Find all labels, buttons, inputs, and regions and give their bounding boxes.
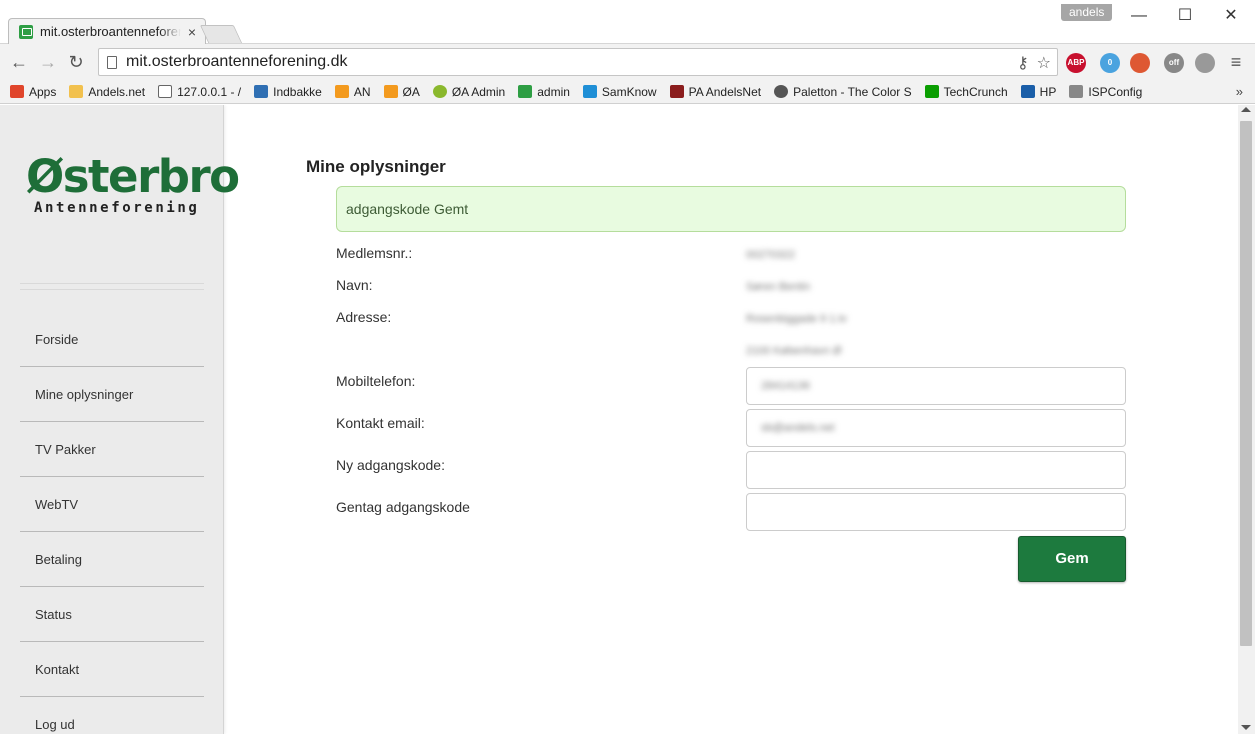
sidebar-divider bbox=[20, 283, 204, 284]
scroll-up-icon[interactable] bbox=[1241, 107, 1251, 112]
nav-item-tv-pakker[interactable]: TV Pakker bbox=[20, 422, 204, 477]
bookmarks-bar: Apps Andels.net 127.0.0.1 - / Indbakke A… bbox=[0, 80, 1255, 104]
mobile-field[interactable]: 28414136 bbox=[746, 367, 1126, 405]
new-password-label: Ny adgangskode: bbox=[336, 457, 445, 473]
member-number-label: Medlemsnr.: bbox=[336, 245, 413, 261]
bookmark-oa-admin[interactable]: ØA Admin bbox=[432, 85, 505, 99]
duckduckgo-icon[interactable] bbox=[1130, 53, 1150, 73]
bookmark-hp[interactable]: HP bbox=[1020, 85, 1056, 99]
logo-tagline: Antenneforening bbox=[34, 200, 200, 216]
mobile-value: 28414136 bbox=[761, 380, 810, 392]
window-close-icon[interactable]: ✕ bbox=[1218, 6, 1244, 26]
page-icon bbox=[158, 85, 173, 98]
extension-off-icon[interactable]: off bbox=[1164, 53, 1184, 73]
bookmark-an[interactable]: AN bbox=[334, 85, 371, 99]
nav-item-log-ud[interactable]: Log ud bbox=[20, 697, 204, 734]
bookmark-localhost[interactable]: 127.0.0.1 - / bbox=[158, 85, 241, 99]
chrome-menu-icon[interactable]: ≡ bbox=[1226, 52, 1246, 72]
scroll-down-icon[interactable] bbox=[1241, 725, 1251, 730]
maximize-icon[interactable]: ☐ bbox=[1172, 6, 1198, 26]
bookmarks-more-icon[interactable]: » bbox=[1236, 84, 1243, 99]
techcrunch-icon bbox=[924, 85, 939, 98]
settings-extension-icon[interactable] bbox=[1195, 53, 1215, 73]
success-alert: adgangskode Gemt bbox=[336, 186, 1126, 232]
bookmark-apps[interactable]: Apps bbox=[10, 85, 56, 99]
bookmark-andels-net[interactable]: Andels.net bbox=[69, 85, 145, 99]
admin-icon bbox=[432, 85, 447, 98]
mobile-label: Mobiltelefon: bbox=[336, 373, 416, 389]
bookmark-oa[interactable]: ØA bbox=[383, 85, 420, 99]
folder-icon bbox=[69, 85, 84, 98]
new-tab-button[interactable] bbox=[199, 25, 243, 43]
nav-item-forside[interactable]: Forside bbox=[20, 312, 204, 367]
hp-icon bbox=[1020, 85, 1035, 98]
url-text[interactable]: mit.osterbroantenneforening.dk bbox=[126, 53, 347, 71]
bookmark-admin[interactable]: admin bbox=[518, 85, 570, 99]
browser-toolbar: ← → ↻ mit.osterbroantenneforening.dk ⚷ ☆… bbox=[0, 44, 1255, 80]
sidebar: Østerbro Antenneforening Forside Mine op… bbox=[0, 105, 240, 734]
email-label: Kontakt email: bbox=[336, 415, 425, 431]
nav-item-status[interactable]: Status bbox=[20, 587, 204, 642]
apps-grid-icon bbox=[10, 85, 24, 98]
email-value: sb@andels.net bbox=[761, 422, 835, 434]
repeat-password-field[interactable] bbox=[746, 493, 1126, 531]
name-value: Søren Bentin bbox=[746, 281, 811, 293]
tab-close-icon[interactable]: × bbox=[185, 24, 199, 40]
bookmark-pa-andelsnet[interactable]: PA AndelsNet bbox=[669, 85, 761, 99]
tools-icon bbox=[1069, 85, 1084, 98]
new-password-field[interactable] bbox=[746, 451, 1126, 489]
browser-titlebar: mit.osterbroantenneforening.dk × andels … bbox=[0, 0, 1255, 44]
key-icon[interactable]: ⚷ bbox=[1017, 53, 1029, 73]
scroll-thumb[interactable] bbox=[1240, 121, 1252, 646]
nav-item-webtv[interactable]: WebTV bbox=[20, 477, 204, 532]
page-title: Mine oplysninger bbox=[306, 157, 446, 176]
tab-title: mit.osterbroantenneforening.dk bbox=[40, 24, 181, 39]
pa-icon bbox=[669, 85, 684, 98]
ghostery-icon[interactable]: 0 bbox=[1100, 53, 1120, 73]
back-icon[interactable]: ← bbox=[9, 52, 29, 72]
samknow-icon bbox=[582, 85, 597, 98]
site-logo[interactable]: Østerbro Antenneforening bbox=[26, 150, 240, 216]
page-icon bbox=[107, 55, 117, 69]
member-number-value: 00270322 bbox=[746, 249, 795, 261]
forward-icon[interactable]: → bbox=[38, 52, 58, 72]
nav-item-mine-oplysninger[interactable]: Mine oplysninger bbox=[20, 367, 204, 422]
main-nav: Forside Mine oplysninger TV Pakker WebTV… bbox=[20, 312, 204, 734]
address-bar[interactable]: mit.osterbroantenneforening.dk ⚷ ☆ bbox=[98, 48, 1058, 76]
email-field[interactable]: sb@andels.net bbox=[746, 409, 1126, 447]
address-line2: 2100 København Ø bbox=[746, 345, 842, 357]
minimize-icon[interactable]: — bbox=[1126, 6, 1152, 26]
nav-item-betaling[interactable]: Betaling bbox=[20, 532, 204, 587]
address-line1: Rosenbiggade 9 1.tv bbox=[746, 313, 847, 325]
site-icon bbox=[518, 85, 533, 98]
save-button[interactable]: Gem bbox=[1018, 536, 1126, 582]
abp-icon[interactable]: ABP bbox=[1066, 53, 1086, 73]
bookmark-indbakke[interactable]: Indbakke bbox=[254, 85, 322, 99]
bookmark-samknow[interactable]: SamKnow bbox=[582, 85, 657, 99]
site-favicon-icon bbox=[19, 24, 33, 39]
page-scrollbar[interactable] bbox=[1238, 105, 1255, 734]
address-label: Adresse: bbox=[336, 309, 392, 325]
bookmark-ispconfig[interactable]: ISPConfig bbox=[1069, 85, 1142, 99]
inbox-icon bbox=[254, 85, 269, 98]
star-icon[interactable]: ☆ bbox=[1037, 53, 1051, 73]
logo-name: Østerbro bbox=[26, 150, 240, 203]
paletton-icon bbox=[774, 85, 789, 98]
pma-icon bbox=[334, 85, 349, 98]
repeat-password-label: Gentag adgangskode bbox=[336, 499, 470, 515]
name-label: Navn: bbox=[336, 277, 373, 293]
nav-item-kontakt[interactable]: Kontakt bbox=[20, 642, 204, 697]
reload-icon[interactable]: ↻ bbox=[66, 52, 86, 72]
bookmark-techcrunch[interactable]: TechCrunch bbox=[924, 85, 1008, 99]
page-viewport: Østerbro Antenneforening Forside Mine op… bbox=[0, 105, 1255, 734]
sidebar-divider bbox=[20, 289, 204, 290]
bookmark-paletton[interactable]: Paletton - The Color S bbox=[774, 85, 912, 99]
pma-icon bbox=[383, 85, 398, 98]
profile-badge[interactable]: andels bbox=[1061, 4, 1113, 21]
browser-tab[interactable]: mit.osterbroantenneforening.dk × bbox=[8, 18, 206, 44]
